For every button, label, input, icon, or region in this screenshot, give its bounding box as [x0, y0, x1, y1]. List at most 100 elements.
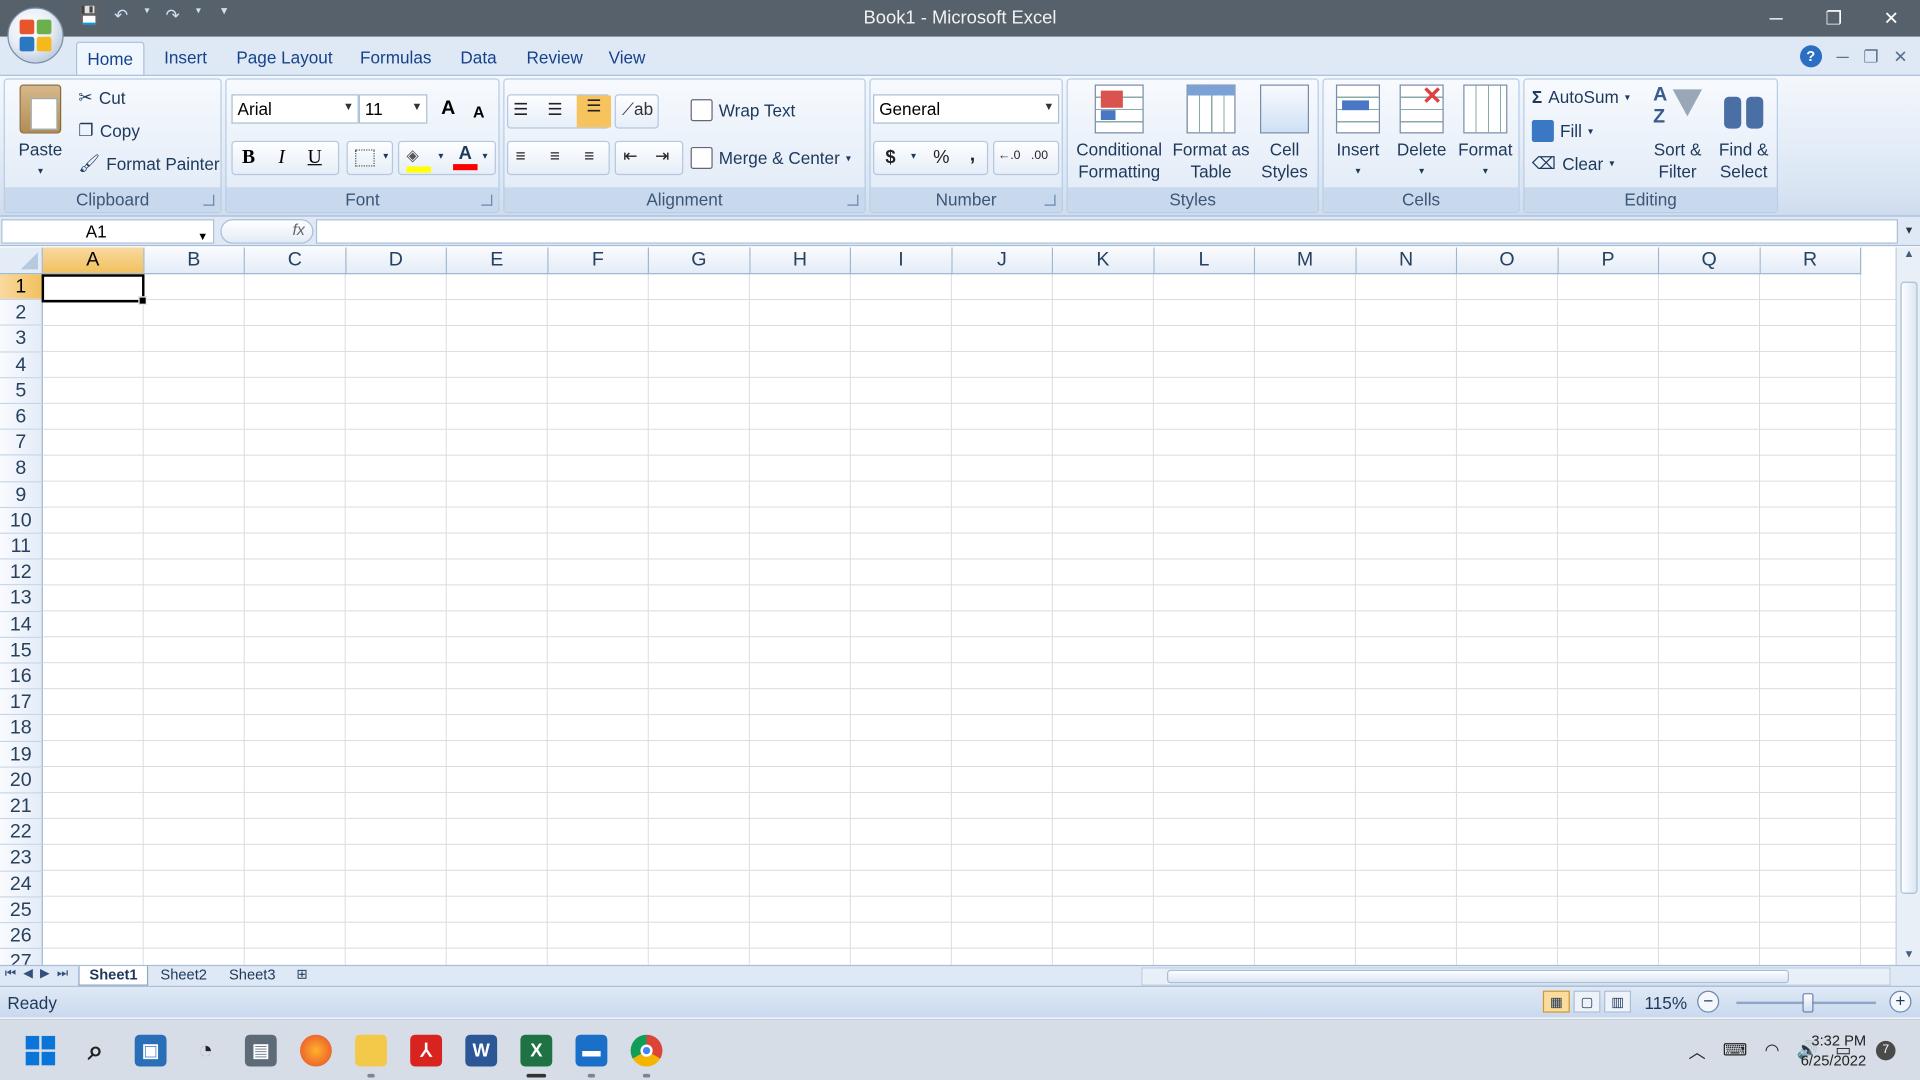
help-icon[interactable]: ? — [1799, 45, 1822, 68]
vertical-scroll-thumb[interactable] — [1900, 281, 1918, 894]
row-header-26[interactable]: 26 — [0, 923, 43, 950]
fill-button[interactable]: Fill ▾ — [1531, 120, 1593, 143]
row-header-19[interactable]: 19 — [0, 741, 43, 768]
office-button[interactable] — [7, 7, 64, 64]
increase-decimal-button[interactable]: ←.0 — [998, 149, 1020, 162]
row-header-11[interactable]: 11 — [0, 533, 43, 560]
dialog-launcher-icon[interactable]: x — [203, 194, 215, 206]
shrink-font-button[interactable]: A — [463, 97, 495, 126]
sheet-tab-sheet2[interactable]: Sheet2 — [151, 966, 217, 986]
column-header-i[interactable]: I — [851, 247, 953, 275]
next-sheet-icon[interactable]: ▶ — [40, 967, 49, 980]
format-painter-button[interactable]: 🖌 Format Painter — [78, 153, 219, 174]
page-break-view-icon[interactable]: ▥ — [1604, 990, 1632, 1013]
align-bottom-icon[interactable]: ☰ — [576, 95, 612, 128]
name-box[interactable]: A1 ▼ — [1, 219, 215, 244]
tab-home[interactable]: Home — [75, 41, 145, 78]
dialog-launcher-icon[interactable]: x — [1044, 194, 1056, 206]
column-header-o[interactable]: O — [1457, 247, 1559, 275]
percent-button[interactable]: % — [933, 147, 949, 168]
chevron-down-icon[interactable]: ▾ — [911, 151, 916, 162]
column-header-q[interactable]: Q — [1659, 247, 1761, 275]
conditional-formatting-button[interactable]: Conditional Formatting — [1070, 84, 1168, 182]
close-button[interactable]: ✕ — [1862, 0, 1920, 37]
borders-button[interactable]: ▾ — [346, 140, 394, 176]
decrease-decimal-button[interactable]: .00 — [1031, 149, 1048, 162]
fill-color-icon[interactable]: ◈ — [406, 146, 432, 173]
start-icon[interactable] — [24, 1035, 56, 1067]
comma-button[interactable]: , — [970, 144, 975, 166]
row-header-22[interactable]: 22 — [0, 819, 43, 846]
row-header-23[interactable]: 23 — [0, 845, 43, 872]
currency-button[interactable]: $ — [885, 147, 895, 168]
tab-data[interactable]: Data — [460, 48, 496, 68]
chevron-up-icon[interactable]: ︿ — [1688, 1040, 1705, 1064]
row-header-4[interactable]: 4 — [0, 352, 43, 379]
row-header-16[interactable]: 16 — [0, 663, 43, 690]
chevron-down-icon[interactable]: ▾ — [438, 151, 443, 162]
format-cells-button[interactable]: Format ▾ — [1453, 84, 1517, 182]
align-center-icon[interactable]: ≡ — [550, 146, 560, 166]
file-explorer-icon[interactable] — [355, 1034, 387, 1067]
align-middle-icon[interactable]: ☰ — [547, 99, 562, 120]
wifi-icon[interactable]: ◠ — [1765, 1040, 1780, 1064]
row-header-7[interactable]: 7 — [0, 430, 43, 456]
horizontal-scroll-thumb[interactable] — [1166, 969, 1789, 984]
dialog-launcher-icon[interactable]: x — [481, 194, 493, 206]
row-header-6[interactable]: 6 — [0, 404, 43, 431]
wrap-text-button[interactable]: Wrap Text — [690, 99, 795, 122]
align-right-icon[interactable]: ≡ — [584, 146, 594, 166]
zoom-level[interactable]: 115% — [1645, 993, 1688, 1013]
row-header-1[interactable]: 1 — [0, 274, 43, 301]
sheet-tab-sheet3[interactable]: Sheet3 — [219, 966, 285, 986]
desktop-app-icon[interactable]: ▬ — [575, 1034, 608, 1067]
keyboard-icon[interactable]: ⌨ — [1723, 1040, 1748, 1064]
row-header-2[interactable]: 2 — [0, 300, 43, 327]
sheet-tab-sheet1[interactable]: Sheet1 — [78, 966, 149, 986]
cell-styles-button[interactable]: Cell Styles — [1251, 84, 1317, 182]
excel-icon[interactable]: X — [520, 1034, 553, 1067]
sort-filter-button[interactable]: AZ Sort & Filter — [1645, 84, 1711, 182]
tab-page-layout[interactable]: Page Layout — [236, 48, 332, 68]
row-header-18[interactable]: 18 — [0, 715, 43, 742]
tab-view[interactable]: View — [609, 48, 646, 68]
font-name-combo[interactable]: Arial ▼ — [231, 94, 359, 124]
increase-indent-icon[interactable]: ⇥ — [655, 146, 669, 167]
column-header-g[interactable]: G — [648, 247, 751, 275]
search-icon[interactable]: ⌕ — [80, 1035, 112, 1067]
row-header-5[interactable]: 5 — [0, 378, 43, 405]
calculator-icon[interactable]: ▤ — [244, 1034, 277, 1067]
row-header-24[interactable]: 24 — [0, 871, 43, 898]
column-header-l[interactable]: L — [1154, 247, 1256, 275]
acrobat-icon[interactable]: ⅄ — [410, 1034, 443, 1067]
column-header-a[interactable]: A — [42, 247, 144, 275]
zoom-slider-thumb[interactable] — [1802, 993, 1814, 1013]
orientation-button[interactable]: ⟋ab — [614, 94, 659, 129]
find-select-button[interactable]: Find & Select — [1711, 84, 1777, 182]
workbook-restore-button[interactable]: ❐ — [1863, 46, 1878, 67]
last-sheet-icon[interactable]: ⏭ — [57, 967, 68, 980]
prev-sheet-icon[interactable]: ◀ — [23, 967, 32, 980]
row-header-9[interactable]: 9 — [0, 481, 43, 508]
restore-button[interactable]: ❐ — [1805, 0, 1863, 37]
align-left-icon[interactable]: ≡ — [516, 146, 526, 166]
row-header-21[interactable]: 21 — [0, 793, 43, 820]
row-header-20[interactable]: 20 — [0, 767, 43, 794]
horizontal-scrollbar[interactable] — [1141, 967, 1891, 986]
insert-cells-button[interactable]: Insert ▾ — [1329, 84, 1388, 182]
first-sheet-icon[interactable]: ⏮ — [5, 967, 16, 980]
workbook-minimize-button[interactable]: ─ — [1836, 47, 1848, 67]
decrease-indent-icon[interactable]: ⇤ — [623, 146, 637, 167]
delete-cells-button[interactable]: ✕ Delete ▾ — [1390, 84, 1454, 182]
clock[interactable]: 3:32 PM 6/25/2022 — [1801, 1031, 1866, 1070]
row-header-12[interactable]: 12 — [0, 559, 43, 586]
column-header-c[interactable]: C — [244, 247, 346, 275]
insert-sheet-icon[interactable]: ⊞ — [287, 966, 318, 986]
chrome-icon[interactable] — [630, 1034, 663, 1067]
scroll-down-icon[interactable]: ▼ — [1897, 948, 1920, 965]
page-layout-view-icon[interactable]: ▢ — [1573, 990, 1601, 1013]
column-header-h[interactable]: H — [750, 247, 852, 275]
column-header-k[interactable]: K — [1053, 247, 1155, 275]
column-header-m[interactable]: M — [1255, 247, 1357, 275]
zoom-in-button[interactable]: + — [1889, 990, 1912, 1013]
